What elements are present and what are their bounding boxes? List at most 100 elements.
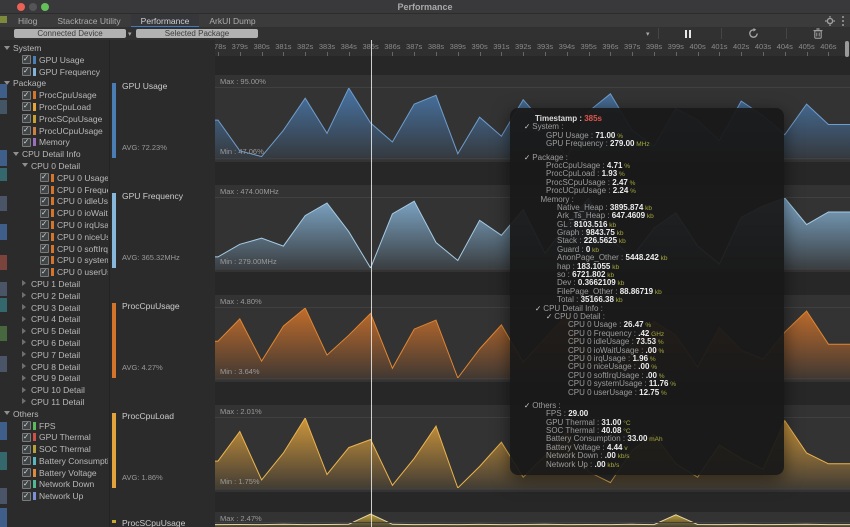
sidebar-item-cpu-2-detail[interactable]: CPU 2 Detail: [0, 290, 108, 302]
sidebar-item-battery-consumption[interactable]: ✓Battery Consumption: [0, 455, 108, 467]
axis-tick: [763, 52, 764, 56]
sidebar-item-cpu-0-frequency[interactable]: ✓CPU 0 Frequency: [0, 184, 108, 196]
checkbox[interactable]: ✓: [22, 480, 31, 489]
chevron-right-icon[interactable]: [22, 304, 26, 310]
sidebar-item-cpu-detail-info[interactable]: CPU Detail Info: [0, 148, 108, 160]
checkbox[interactable]: ✓: [40, 185, 49, 194]
sidebar-item-cpu-0-systemusage[interactable]: ✓CPU 0 systemUsage: [0, 254, 108, 266]
sidebar-item-soc-thermal[interactable]: ✓SOC Thermal: [0, 443, 108, 455]
sidebar-item-cpu-0-iowaitusage[interactable]: ✓CPU 0 ioWaitUsage: [0, 207, 108, 219]
checkbox[interactable]: ✓: [40, 244, 49, 253]
sidebar-item-cpu-0-idleusage[interactable]: ✓CPU 0 idleUsage: [0, 195, 108, 207]
checkbox[interactable]: ✓: [22, 67, 31, 76]
sidebar-item-memory[interactable]: ✓Memory: [0, 136, 108, 148]
chevron-right-icon[interactable]: [22, 387, 26, 393]
timeline-dropdown-arrow-icon[interactable]: ▾: [646, 30, 650, 38]
chevron-right-icon[interactable]: [22, 292, 26, 298]
sidebar-item-cpu-1-detail[interactable]: CPU 1 Detail: [0, 278, 108, 290]
timeline-cursor[interactable]: [371, 40, 372, 527]
checkmark-icon: ✓: [23, 113, 29, 122]
sidebar-item-cpu-5-detail[interactable]: CPU 5 Detail: [0, 325, 108, 337]
checkbox[interactable]: ✓: [22, 102, 31, 111]
sidebar-item-proccpuload[interactable]: ✓ProcCpuLoad: [0, 101, 108, 113]
kebab-menu-icon[interactable]: [842, 20, 844, 22]
chevron-down-icon[interactable]: [4, 411, 10, 415]
sidebar-item-cpu-4-detail[interactable]: CPU 4 Detail: [0, 313, 108, 325]
chevron-right-icon[interactable]: [22, 280, 26, 286]
checkbox[interactable]: ✓: [40, 232, 49, 241]
tab-stacktrace-utility[interactable]: Stacktrace Utility: [47, 14, 130, 26]
checkbox[interactable]: ✓: [40, 268, 49, 277]
sidebar-item-cpu-8-detail[interactable]: CPU 8 Detail: [0, 361, 108, 373]
sidebar-item-cpu-0-niceusage[interactable]: ✓CPU 0 niceUsage: [0, 231, 108, 243]
sidebar-item-cpu-3-detail[interactable]: CPU 3 Detail: [0, 302, 108, 314]
checkbox[interactable]: ✓: [22, 492, 31, 501]
chevron-right-icon[interactable]: [22, 339, 26, 345]
connected-device-dropdown[interactable]: Connected Device: [14, 29, 126, 38]
chart-plot-procscpuusage[interactable]: Max : 2.47%: [215, 512, 850, 527]
delete-button[interactable]: [806, 28, 830, 39]
selected-package-dropdown[interactable]: Selected Package: [136, 29, 258, 38]
sidebar-item-cpu-7-detail[interactable]: CPU 7 Detail: [0, 349, 108, 361]
chevron-right-icon[interactable]: [22, 328, 26, 334]
sidebar-item-cpu-9-detail[interactable]: CPU 9 Detail: [0, 372, 108, 384]
tab-performance[interactable]: Performance: [131, 14, 200, 28]
tooltip-label: CPU 0 idleUsage :: [568, 338, 636, 346]
sidebar-item-cpu-0-softirqusage[interactable]: ✓CPU 0 softIrqUsage: [0, 243, 108, 255]
sidebar-item-cpu-10-detail[interactable]: CPU 10 Detail: [0, 384, 108, 396]
checkbox[interactable]: ✓: [22, 138, 31, 147]
checkbox[interactable]: ✓: [22, 456, 31, 465]
checkbox[interactable]: ✓: [22, 421, 31, 430]
sidebar-item-proccpuusage[interactable]: ✓ProcCpuUsage: [0, 89, 108, 101]
device-dropdown-arrow-icon[interactable]: ▾: [128, 30, 132, 38]
sidebar-item-battery-voltage[interactable]: ✓Battery Voltage: [0, 467, 108, 479]
chevron-down-icon[interactable]: [4, 46, 10, 50]
refresh-button[interactable]: [741, 28, 765, 39]
chevron-right-icon[interactable]: [22, 351, 26, 357]
tab-hilog[interactable]: Hilog: [8, 14, 47, 26]
sidebar-item-cpu-0-userusage[interactable]: ✓CPU 0 userUsage: [0, 266, 108, 278]
sidebar-item-procscpuusage[interactable]: ✓ProcSCpuUsage: [0, 113, 108, 125]
chevron-down-icon[interactable]: [13, 152, 19, 156]
chevron-right-icon[interactable]: [22, 375, 26, 381]
sidebar-item-others[interactable]: Others: [0, 408, 108, 420]
sidebar-item-gpu-thermal[interactable]: ✓GPU Thermal: [0, 431, 108, 443]
sidebar-item-network-up[interactable]: ✓Network Up: [0, 490, 108, 502]
axis-tick: [610, 52, 611, 56]
sidebar-item-package[interactable]: Package: [0, 77, 108, 89]
series-color-chip: [51, 209, 54, 217]
sidebar-item-cpu-0-usage[interactable]: ✓CPU 0 Usage: [0, 172, 108, 184]
checkbox[interactable]: ✓: [22, 433, 31, 442]
vertical-scrollbar-thumb[interactable]: [845, 41, 849, 57]
checkbox[interactable]: ✓: [40, 173, 49, 182]
sidebar-item-cpu-0-irqusage[interactable]: ✓CPU 0 irqUsage: [0, 219, 108, 231]
checkbox[interactable]: ✓: [22, 468, 31, 477]
sidebar-item-gpu-usage[interactable]: ✓GPU Usage: [0, 54, 108, 66]
sidebar-item-cpu-6-detail[interactable]: CPU 6 Detail: [0, 337, 108, 349]
sidebar-item-network-down[interactable]: ✓Network Down: [0, 478, 108, 490]
settings-gear-icon[interactable]: [825, 16, 835, 26]
checkbox[interactable]: ✓: [22, 91, 31, 100]
checkbox[interactable]: ✓: [40, 209, 49, 218]
checkbox[interactable]: ✓: [22, 114, 31, 123]
chevron-right-icon[interactable]: [22, 398, 26, 404]
tooltip-row-soc-thermal: SOC Thermal : 40.08 °C: [518, 427, 776, 435]
checkbox[interactable]: ✓: [40, 220, 49, 229]
sidebar-item-cpu-11-detail[interactable]: CPU 11 Detail: [0, 396, 108, 408]
sidebar-item-gpu-frequency[interactable]: ✓GPU Frequency: [0, 66, 108, 78]
sidebar-item-system[interactable]: System: [0, 42, 108, 54]
checkbox[interactable]: ✓: [40, 197, 49, 206]
checkbox[interactable]: ✓: [22, 55, 31, 64]
pause-button[interactable]: [676, 28, 700, 39]
checkbox[interactable]: ✓: [40, 256, 49, 265]
chevron-down-icon[interactable]: [22, 163, 28, 167]
chevron-right-icon[interactable]: [22, 316, 26, 322]
tab-arkui-dump[interactable]: ArkUI Dump: [199, 14, 265, 26]
chevron-right-icon[interactable]: [22, 363, 26, 369]
sidebar-item-procucpuusage[interactable]: ✓ProcUCpuUsage: [0, 125, 108, 137]
sidebar-item-cpu-0-detail[interactable]: CPU 0 Detail: [0, 160, 108, 172]
sidebar-item-fps[interactable]: ✓FPS: [0, 420, 108, 432]
checkbox[interactable]: ✓: [22, 445, 31, 454]
checkbox[interactable]: ✓: [22, 126, 31, 135]
tooltip-unit: %: [628, 180, 636, 187]
